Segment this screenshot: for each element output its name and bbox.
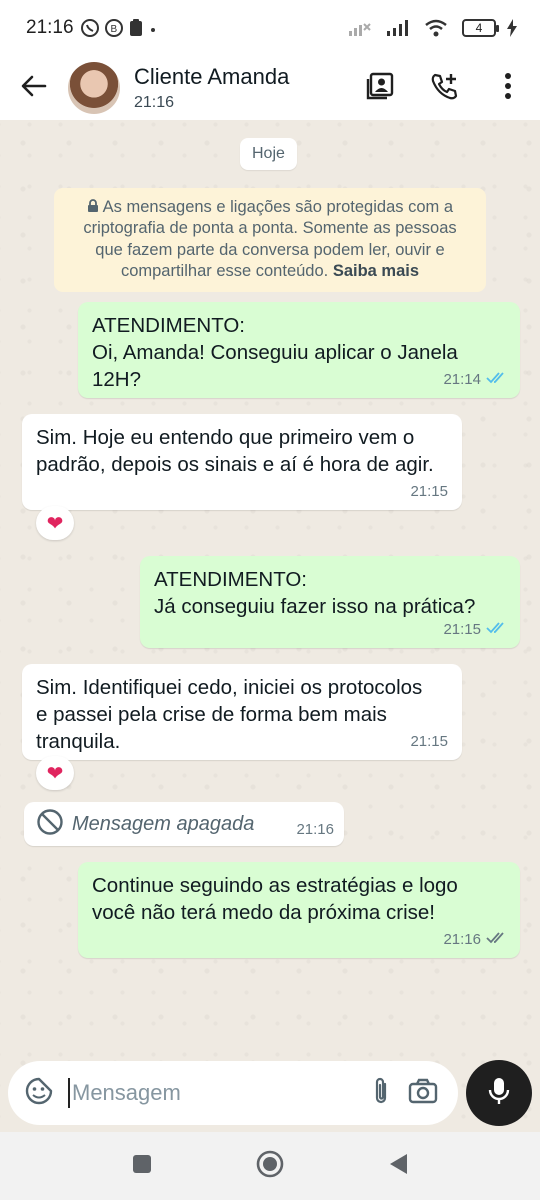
status-bar: 21:16 B 4 [0,0,540,56]
lock-icon [87,198,99,216]
message-outgoing[interactable]: Continue seguindo as estratégias e logo … [78,862,520,958]
date-chip: Hoje [240,138,297,170]
status-time: 21:16 [26,17,74,38]
home-button[interactable] [250,1146,290,1186]
signal-icon [386,19,410,37]
sticker-icon [24,1076,54,1111]
message-text: Oi, Amanda! Conseguiu aplicar o Janela 1… [92,341,458,392]
message-outgoing[interactable]: ATENDIMENTO: Já conseguiu fazer isso na … [140,556,520,648]
chat-header: Cliente Amanda 21:16 [0,56,540,120]
wifi-icon [424,19,448,37]
encryption-learn-more-link[interactable]: Saiba mais [333,262,419,280]
message-time: 21:16 [443,931,481,949]
back-triangle-icon [387,1152,409,1181]
message-text: Sim. Hoje eu entendo que primeiro vem o … [36,426,434,477]
attach-button[interactable] [360,1067,402,1119]
message-meta: 21:15 [443,620,506,640]
message-text: Sim. Identifiquei cedo, iniciei os proto… [36,676,423,754]
encryption-notice[interactable]: As mensagens e ligações são protegidas c… [54,188,486,292]
message-meta: 21:15 [410,482,448,502]
message-time: 21:15 [410,483,448,501]
read-ticks-icon [486,370,506,390]
chat-area[interactable]: Hoje As mensagens e ligações são protegi… [0,120,540,1132]
mic-icon [488,1076,510,1111]
message-text: Continue seguindo as estratégias e logo … [92,874,458,925]
message-meta: 21:15 [410,732,448,752]
heart-reaction-icon[interactable]: ❤ [36,506,74,540]
dot-icon [148,18,158,38]
header-actions [348,56,540,120]
back-nav-button[interactable] [378,1146,418,1186]
message-incoming[interactable]: Sim. Hoje eu entendo que primeiro vem o … [22,414,462,510]
delivered-ticks-icon [486,930,506,950]
contact-card-icon [365,71,395,106]
message-composer [8,1061,458,1125]
svg-text:B: B [110,24,117,35]
message-outgoing[interactable]: ATENDIMENTO: Oi, Amanda! Conseguiu aplic… [78,302,520,398]
more-options-button[interactable] [476,56,540,120]
message-deleted[interactable]: Mensagem apagada 21:16 [24,802,344,846]
deleted-message-text: Mensagem apagada [72,812,255,835]
whatsapp-icon [80,18,100,38]
contact-name: Cliente Amanda [134,64,290,90]
recents-button[interactable] [122,1146,162,1186]
blocked-icon [36,808,64,841]
battery-icon: 4 [462,19,499,37]
message-text: Já conseguiu fazer isso na prática? [154,595,476,619]
avatar[interactable] [68,62,120,114]
voice-message-button[interactable] [466,1060,532,1126]
message-sender-label: ATENDIMENTO: [92,314,245,337]
whatsapp-business-icon: B [104,18,124,38]
message-input[interactable] [68,1078,360,1108]
message-meta: 21:14 [443,370,506,390]
message-time: 21:14 [443,371,481,389]
message-time: 21:15 [410,733,448,751]
camera-icon [408,1078,438,1109]
heart-reaction-icon[interactable]: ❤ [36,756,74,790]
input-bar [0,1054,540,1132]
message-time: 21:15 [443,621,481,639]
sticker-button[interactable] [24,1067,54,1119]
contact-info[interactable]: Cliente Amanda 21:16 [134,64,289,112]
attach-icon [371,1076,391,1111]
signal-icon [348,19,372,37]
home-icon [256,1150,284,1183]
message-time: 21:16 [296,821,334,838]
message-incoming[interactable]: Sim. Identifiquei cedo, iniciei os proto… [22,664,462,760]
recents-icon [132,1154,152,1179]
charging-icon [506,18,518,38]
clipboard-icon [128,18,144,38]
message-sender-label: ATENDIMENTO: [154,568,307,591]
back-button[interactable] [0,56,68,120]
camera-button[interactable] [402,1067,444,1119]
more-vert-icon [504,72,512,105]
read-ticks-icon [486,620,506,640]
status-right: 4 [348,18,522,38]
contact-card-button[interactable] [348,56,412,120]
contact-status: 21:16 [134,93,175,111]
message-meta: 21:16 [443,930,506,950]
back-arrow-icon [21,75,47,102]
system-navigation-bar [0,1132,540,1200]
add-call-button[interactable] [412,56,476,120]
add-call-icon [429,71,459,106]
